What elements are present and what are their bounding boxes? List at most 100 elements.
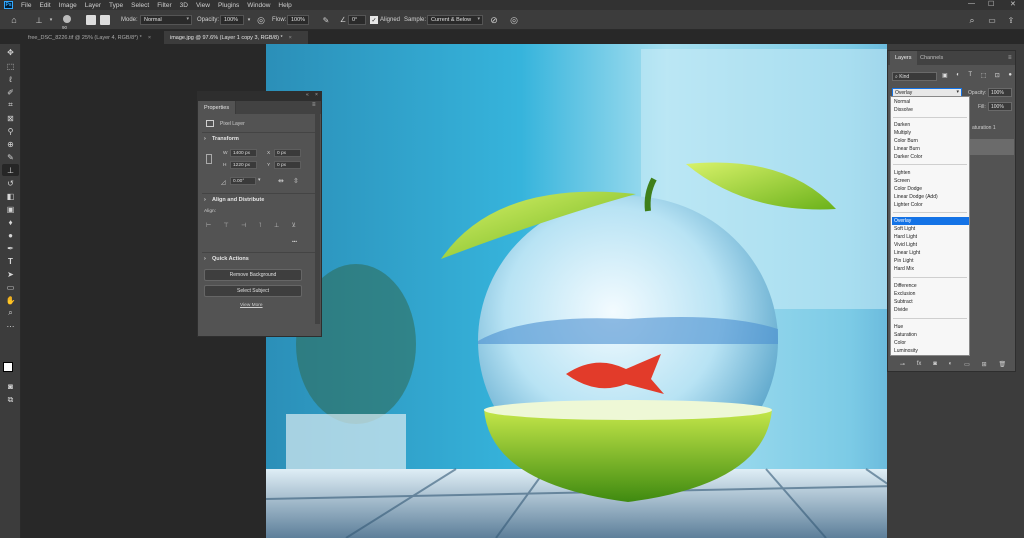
quick-selection-tool-icon[interactable]: ✐ <box>2 86 19 98</box>
panel-header[interactable]: « × <box>198 92 321 101</box>
blur-tool-icon[interactable]: ♦ <box>2 216 19 228</box>
pressure-size-icon[interactable]: ◎ <box>508 14 520 26</box>
rectangle-tool-icon[interactable]: ▭ <box>2 281 19 293</box>
menu-plugins[interactable]: Plugins <box>214 2 243 9</box>
close-window-button[interactable]: ✕ <box>1010 0 1016 8</box>
flow-field[interactable]: 100% <box>287 15 309 25</box>
blend-hard-light[interactable]: Hard Light <box>892 233 969 241</box>
blend-vivid-light[interactable]: Vivid Light <box>892 241 969 249</box>
align-center-horizontal-icon[interactable]: ⊤ <box>224 222 229 230</box>
layer-name[interactable]: aturation 1 <box>972 125 996 131</box>
menu-help[interactable]: Help <box>274 2 295 9</box>
menu-3d[interactable]: 3D <box>176 2 192 9</box>
share-icon[interactable]: ⇪ <box>1005 14 1017 26</box>
brush-settings-icon[interactable] <box>86 15 96 25</box>
history-brush-tool-icon[interactable]: ↺ <box>2 177 19 189</box>
blend-lighten[interactable]: Lighten <box>892 169 969 177</box>
menu-type[interactable]: Type <box>105 2 127 9</box>
align-right-icon[interactable]: ⊣ <box>241 222 246 230</box>
smart-object-filter-icon[interactable]: ⊡ <box>995 72 1000 81</box>
align-center-vertical-icon[interactable]: ⊥ <box>274 222 279 230</box>
move-tool-icon[interactable]: ✥ <box>2 46 19 58</box>
frame-tool-icon[interactable]: ⊠ <box>2 112 19 124</box>
selected-layer-row[interactable] <box>970 139 1014 155</box>
panel-menu-icon[interactable]: ≡ <box>312 102 316 108</box>
blend-multiply[interactable]: Multiply <box>892 129 969 137</box>
crop-tool-icon[interactable]: ⌗ <box>2 99 19 111</box>
blend-darker-color[interactable]: Darker Color <box>892 153 969 161</box>
home-icon[interactable]: ⌂ <box>8 14 20 26</box>
chevron-down-icon[interactable]: › <box>204 256 206 262</box>
shape-filter-icon[interactable]: ⬚ <box>981 72 987 81</box>
screen-mode-icon[interactable]: ⧉ <box>2 394 19 406</box>
x-field[interactable]: 0 px <box>274 149 301 157</box>
pixel-filter-icon[interactable]: ▣ <box>942 72 948 81</box>
view-more-link[interactable]: View More <box>240 303 263 308</box>
more-options-icon[interactable]: ••• <box>292 240 297 245</box>
angle-field[interactable]: 0.00° <box>230 177 256 185</box>
workspace-icon[interactable]: ▭ <box>986 14 998 26</box>
collapse-icon[interactable]: « <box>306 92 309 98</box>
close-icon[interactable]: × <box>148 35 151 41</box>
panel-menu-icon[interactable]: ≡ <box>1008 55 1012 61</box>
blend-color-dodge[interactable]: Color Dodge <box>892 185 969 193</box>
blend-dissolve[interactable]: Dissolve <box>892 106 969 114</box>
blend-exclusion[interactable]: Exclusion <box>892 290 969 298</box>
fx-icon[interactable]: fx <box>917 361 922 370</box>
y-field[interactable]: 0 px <box>274 161 301 169</box>
dodge-tool-icon[interactable]: ● <box>2 229 19 241</box>
menu-file[interactable]: File <box>17 2 35 9</box>
layer-mask-icon[interactable]: ◙ <box>933 361 937 370</box>
lasso-tool-icon[interactable]: ℓ <box>2 73 19 85</box>
link-icon[interactable] <box>206 154 212 164</box>
blend-difference[interactable]: Difference <box>892 282 969 290</box>
height-field[interactable]: 1220 px <box>230 161 257 169</box>
opacity-field[interactable]: 100% <box>220 15 244 25</box>
menu-filter[interactable]: Filter <box>153 2 175 9</box>
blend-lighter-color[interactable]: Lighter Color <box>892 201 969 209</box>
align-top-icon[interactable]: ⊺ <box>259 222 262 230</box>
link-layers-icon[interactable]: ⊸ <box>900 361 905 370</box>
more-tools-icon[interactable]: ⋯ <box>2 320 19 332</box>
menu-view[interactable]: View <box>192 2 214 9</box>
menu-select[interactable]: Select <box>127 2 153 9</box>
blend-color-burn[interactable]: Color Burn <box>892 137 969 145</box>
blend-saturation[interactable]: Saturation <box>892 331 969 339</box>
pen-tool-icon[interactable]: ✒ <box>2 242 19 254</box>
menu-window[interactable]: Window <box>243 2 274 9</box>
clone-stamp-tool-icon[interactable]: ⊥ <box>2 164 19 176</box>
eyedropper-tool-icon[interactable]: ⚲ <box>2 125 19 137</box>
flip-horizontal-icon[interactable]: ⇹ <box>278 177 284 185</box>
blend-linear-light[interactable]: Linear Light <box>892 249 969 257</box>
chevron-down-icon[interactable]: ▾ <box>48 14 54 26</box>
gradient-tool-icon[interactable]: ▣ <box>2 203 19 215</box>
sample-select[interactable]: Current & Below ▾ <box>427 15 483 25</box>
adjustment-filter-icon[interactable]: ◐ <box>956 72 960 81</box>
clone-stamp-tool-icon[interactable]: ⊥ <box>32 14 46 26</box>
chevron-down-icon[interactable]: › <box>204 136 206 142</box>
path-selection-tool-icon[interactable]: ➤ <box>2 268 19 280</box>
menu-edit[interactable]: Edit <box>35 2 54 9</box>
angle-field[interactable]: 0° <box>348 15 366 25</box>
close-icon[interactable]: × <box>315 92 318 98</box>
blend-overlay[interactable]: Overlay <box>892 217 969 225</box>
tab-layers[interactable]: Layers <box>890 51 917 65</box>
ignore-adjustment-icon[interactable]: ⊘ <box>488 14 500 26</box>
type-tool-icon[interactable]: T <box>2 255 19 267</box>
mode-select[interactable]: Normal ▾ <box>140 15 192 25</box>
delete-layer-icon[interactable]: 🗑 <box>998 361 1006 370</box>
document-canvas[interactable] <box>266 44 995 538</box>
filter-kind-select[interactable]: ⌕ Kind <box>892 72 937 81</box>
quick-mask-icon[interactable]: ◙ <box>2 380 19 392</box>
airbrush-icon[interactable]: ✎ <box>320 14 332 26</box>
scrollbar[interactable] <box>315 114 320 324</box>
menu-layer[interactable]: Layer <box>81 2 105 9</box>
marquee-tool-icon[interactable]: ⬚ <box>2 60 19 72</box>
aligned-checkbox[interactable]: ✓ <box>370 16 378 24</box>
flip-vertical-icon[interactable]: ⇳ <box>293 177 299 185</box>
align-bottom-icon[interactable]: ⊻ <box>292 222 296 230</box>
remove-background-button[interactable]: Remove Background <box>204 269 302 281</box>
group-icon[interactable]: ▭ <box>964 361 970 370</box>
blend-screen[interactable]: Screen <box>892 177 969 185</box>
zoom-tool-icon[interactable]: ⌕ <box>2 307 19 319</box>
